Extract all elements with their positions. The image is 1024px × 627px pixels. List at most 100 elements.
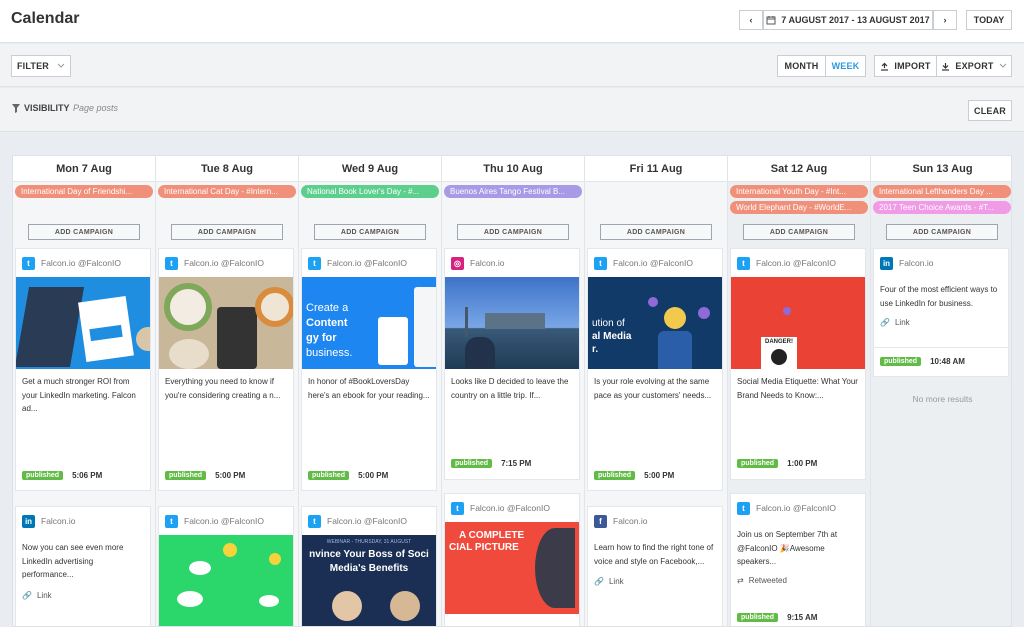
top-bar: Calendar ‹ 7 AUGUST 2017 - 13 AUGUST 201… — [0, 0, 1024, 43]
status-badge: published — [737, 613, 779, 622]
status-badge: published — [880, 357, 922, 366]
post-card[interactable]: t Falcon.io @FalconIO — [158, 506, 294, 626]
post-card[interactable]: f Falcon.io Learn how to find the right t… — [587, 506, 723, 626]
no-more-results: No more results — [912, 394, 973, 404]
post-text: Is your role evolving at the same pace a… — [594, 377, 712, 400]
event-tag[interactable]: National Book Lover's Day - #... — [301, 185, 439, 198]
post-text: Learn how to find the right tone of voic… — [594, 543, 714, 566]
page-title: Calendar — [11, 10, 80, 27]
linkedin-icon: in — [22, 514, 35, 528]
link-icon: 🔗 — [22, 590, 32, 600]
post-time: 9:15 AM — [787, 613, 818, 622]
import-button[interactable]: IMPORT — [874, 55, 937, 77]
event-tag[interactable]: Buenos Aires Tango Festival B... — [444, 185, 582, 198]
event-tag[interactable]: International Lefthanders Day ... — [873, 185, 1011, 198]
event-tag[interactable]: World Elephant Day - #WorldE... — [730, 201, 868, 214]
date-range-picker[interactable]: 7 AUGUST 2017 - 13 AUGUST 2017 — [763, 10, 933, 30]
status-badge: published — [737, 459, 779, 468]
filter-label: FILTER — [16, 61, 50, 71]
post-card[interactable]: t Falcon.io @FalconIO A COMPLETE CIAL PIC… — [444, 493, 580, 626]
prev-week-button[interactable]: ‹ — [739, 10, 763, 30]
clear-button[interactable]: CLEAR — [968, 100, 1012, 121]
event-tag[interactable]: International Day of Friendshi... — [15, 185, 153, 198]
day-column-wed: Wed 9 Aug National Book Lover's Day - #.… — [299, 156, 442, 626]
post-card[interactable]: t Falcon.io @FalconIO Everything you need… — [158, 248, 294, 491]
post-card[interactable]: t Falcon.io @FalconIO Create a Content gy… — [301, 248, 437, 491]
post-card[interactable]: t Falcon.io @FalconIO Join us on Septembe… — [730, 493, 866, 626]
day-column-mon: Mon 7 Aug International Day of Friendshi… — [13, 156, 156, 626]
image-text: A COMPLETE — [459, 530, 525, 541]
chevron-down-icon — [999, 63, 1006, 68]
post-text: Looks like D decided to leave the countr… — [451, 377, 569, 400]
day-header: Sun 13 Aug — [871, 156, 1011, 182]
facebook-icon: f — [594, 514, 607, 528]
twitter-icon: t — [165, 256, 178, 270]
link-label[interactable]: Link — [37, 591, 52, 600]
account-name: Falcon.io — [470, 258, 505, 268]
export-button[interactable]: EXPORT — [936, 55, 1012, 77]
account-name: Falcon.io @FalconIO — [613, 258, 693, 268]
funnel-icon — [12, 103, 20, 113]
post-text: Four of the most efficient ways to use L… — [880, 285, 998, 308]
post-card[interactable]: ◎ Falcon.io Looks like D decided to leave… — [444, 248, 580, 480]
twitter-icon: t — [308, 256, 321, 270]
calendar-icon — [766, 16, 776, 25]
add-campaign-button[interactable]: ADD CAMPAIGN — [743, 224, 855, 240]
post-image — [159, 535, 293, 626]
account-name: Falcon.io @FalconIO — [756, 503, 836, 513]
date-range-label: 7 AUGUST 2017 - 13 AUGUST 2017 — [781, 15, 930, 25]
post-image — [16, 277, 150, 369]
post-card[interactable]: in Falcon.io Now you can see even more Li… — [15, 506, 151, 626]
retweet-icon: ⇄ — [737, 575, 744, 585]
image-text: WEBINAR - THURSDAY, 31 AUGUST — [326, 539, 412, 545]
day-column-sun: Sun 13 Aug International Lefthanders Day… — [871, 156, 1011, 626]
image-text: gy for — [306, 332, 337, 344]
image-text: CIAL PICTURE — [449, 542, 519, 553]
post-text: Everything you need to know if you're co… — [165, 377, 281, 400]
next-week-button[interactable]: › — [933, 10, 957, 30]
filter-button[interactable]: FILTER — [11, 55, 71, 77]
status-badge: published — [308, 471, 350, 480]
account-name: Falcon.io @FalconIO — [184, 516, 264, 526]
post-time: 10:48 AM — [930, 357, 965, 366]
link-icon: 🔗 — [594, 577, 604, 586]
post-card[interactable]: t Falcon.io @FalconIO ution of al Media r… — [587, 248, 723, 491]
account-name: Falcon.io @FalconIO — [470, 503, 550, 513]
post-card[interactable]: t Falcon.io @FalconIO WEBINAR - THURSDAY,… — [301, 506, 437, 626]
link-label[interactable]: Link — [895, 318, 910, 327]
linkedin-icon: in — [880, 256, 893, 270]
toolbar: FILTER MONTH WEEK IMPORT EXPORT — [0, 44, 1024, 87]
event-tag[interactable]: 2017 Teen Choice Awards - #T... — [873, 201, 1011, 214]
visibility-filter[interactable]: VISIBILITY — [12, 103, 70, 113]
post-text: Now you can see even more LinkedIn adver… — [22, 543, 124, 579]
post-card[interactable]: t Falcon.io @FalconIO DANGER! Social Medi… — [730, 248, 866, 480]
add-campaign-button[interactable]: ADD CAMPAIGN — [171, 224, 283, 240]
import-label: IMPORT — [894, 61, 931, 71]
account-name: Falcon.io @FalconIO — [41, 258, 121, 268]
image-text: Create a — [306, 302, 349, 314]
post-card[interactable]: in Falcon.io Four of the most efficient w… — [873, 248, 1009, 377]
add-campaign-button[interactable]: ADD CAMPAIGN — [886, 224, 998, 240]
event-tag[interactable]: International Youth Day - #Int... — [730, 185, 868, 198]
post-card[interactable]: t Falcon.io @FalconIO Get a much stronger… — [15, 248, 151, 491]
add-campaign-button[interactable]: ADD CAMPAIGN — [457, 224, 569, 240]
month-view-button[interactable]: MONTH — [777, 55, 826, 77]
visibility-value: Page posts — [73, 103, 119, 113]
week-view-button[interactable]: WEEK — [825, 55, 866, 77]
event-tag[interactable]: International Cat Day - #Intern... — [158, 185, 296, 198]
add-campaign-button[interactable]: ADD CAMPAIGN — [28, 224, 140, 240]
link-icon: 🔗 — [880, 318, 890, 327]
status-badge: published — [451, 459, 493, 468]
visibility-label: VISIBILITY — [24, 103, 70, 113]
image-text: business. — [306, 347, 353, 359]
account-name: Falcon.io @FalconIO — [327, 258, 407, 268]
add-campaign-button[interactable]: ADD CAMPAIGN — [600, 224, 712, 240]
twitter-icon: t — [22, 256, 35, 270]
add-campaign-button[interactable]: ADD CAMPAIGN — [314, 224, 426, 240]
day-column-sat: Sat 12 Aug International Youth Day - #In… — [728, 156, 871, 626]
day-column-fri: Fri 11 Aug ADD CAMPAIGN t Falcon.io @Falc… — [585, 156, 728, 626]
today-button[interactable]: TODAY — [966, 10, 1012, 30]
link-label[interactable]: Link — [609, 577, 624, 586]
post-text: Social Media Etiquette: What Your Brand … — [737, 377, 858, 400]
twitter-icon: t — [451, 501, 464, 515]
